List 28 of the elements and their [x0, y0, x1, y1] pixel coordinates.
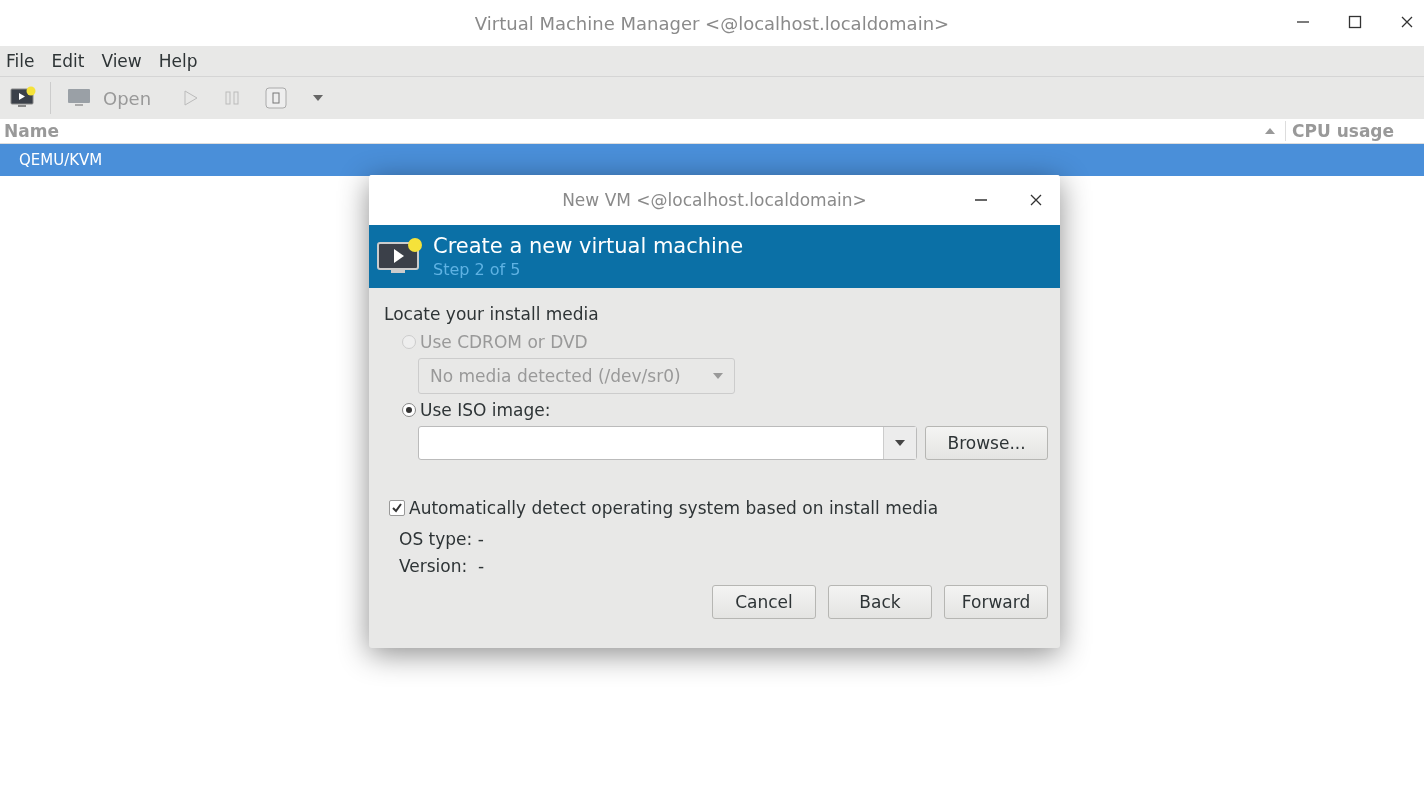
checkbox[interactable] [389, 500, 405, 516]
menu-item[interactable]: File [6, 51, 35, 71]
detail-text: Version: - [399, 556, 485, 576]
step-indicator: Step 2 of 5 [433, 258, 522, 281]
browse-button[interactable]: Browse... [925, 426, 1048, 460]
sort-ascending-icon [1265, 128, 1275, 134]
radio-button[interactable] [402, 403, 416, 417]
detail-text: OS type: - [399, 529, 484, 549]
caret-icon [713, 373, 723, 379]
dialog-button[interactable]: Forward [944, 585, 1048, 619]
dialog-button[interactable]: Back [828, 585, 932, 619]
close-icon[interactable] [1400, 15, 1414, 29]
monitor-icon [67, 88, 91, 108]
caret-icon[interactable] [313, 95, 324, 101]
wizard-title: Create a new virtual machine [433, 232, 744, 259]
menu-item[interactable]: Help [158, 51, 198, 71]
section-label: Locate your install media [384, 303, 600, 326]
maximize-icon[interactable] [1348, 15, 1362, 29]
caret-icon [895, 440, 906, 446]
radio-label[interactable]: Use ISO image: [420, 400, 551, 420]
menu-item[interactable]: View [101, 51, 142, 71]
close-icon[interactable] [1030, 194, 1042, 206]
window-title: Virtual Machine Manager <@localhost.localdomain> [474, 12, 950, 34]
menu-item[interactable]: Edit [51, 51, 85, 71]
new-vm-icon[interactable] [10, 86, 36, 110]
checkbox-label[interactable]: Automatically detect operating system based on install media [409, 498, 939, 518]
dialog-title: New VM <@localhost.localdomain> [562, 190, 867, 210]
dialog-button[interactable]: Cancel [712, 585, 816, 619]
